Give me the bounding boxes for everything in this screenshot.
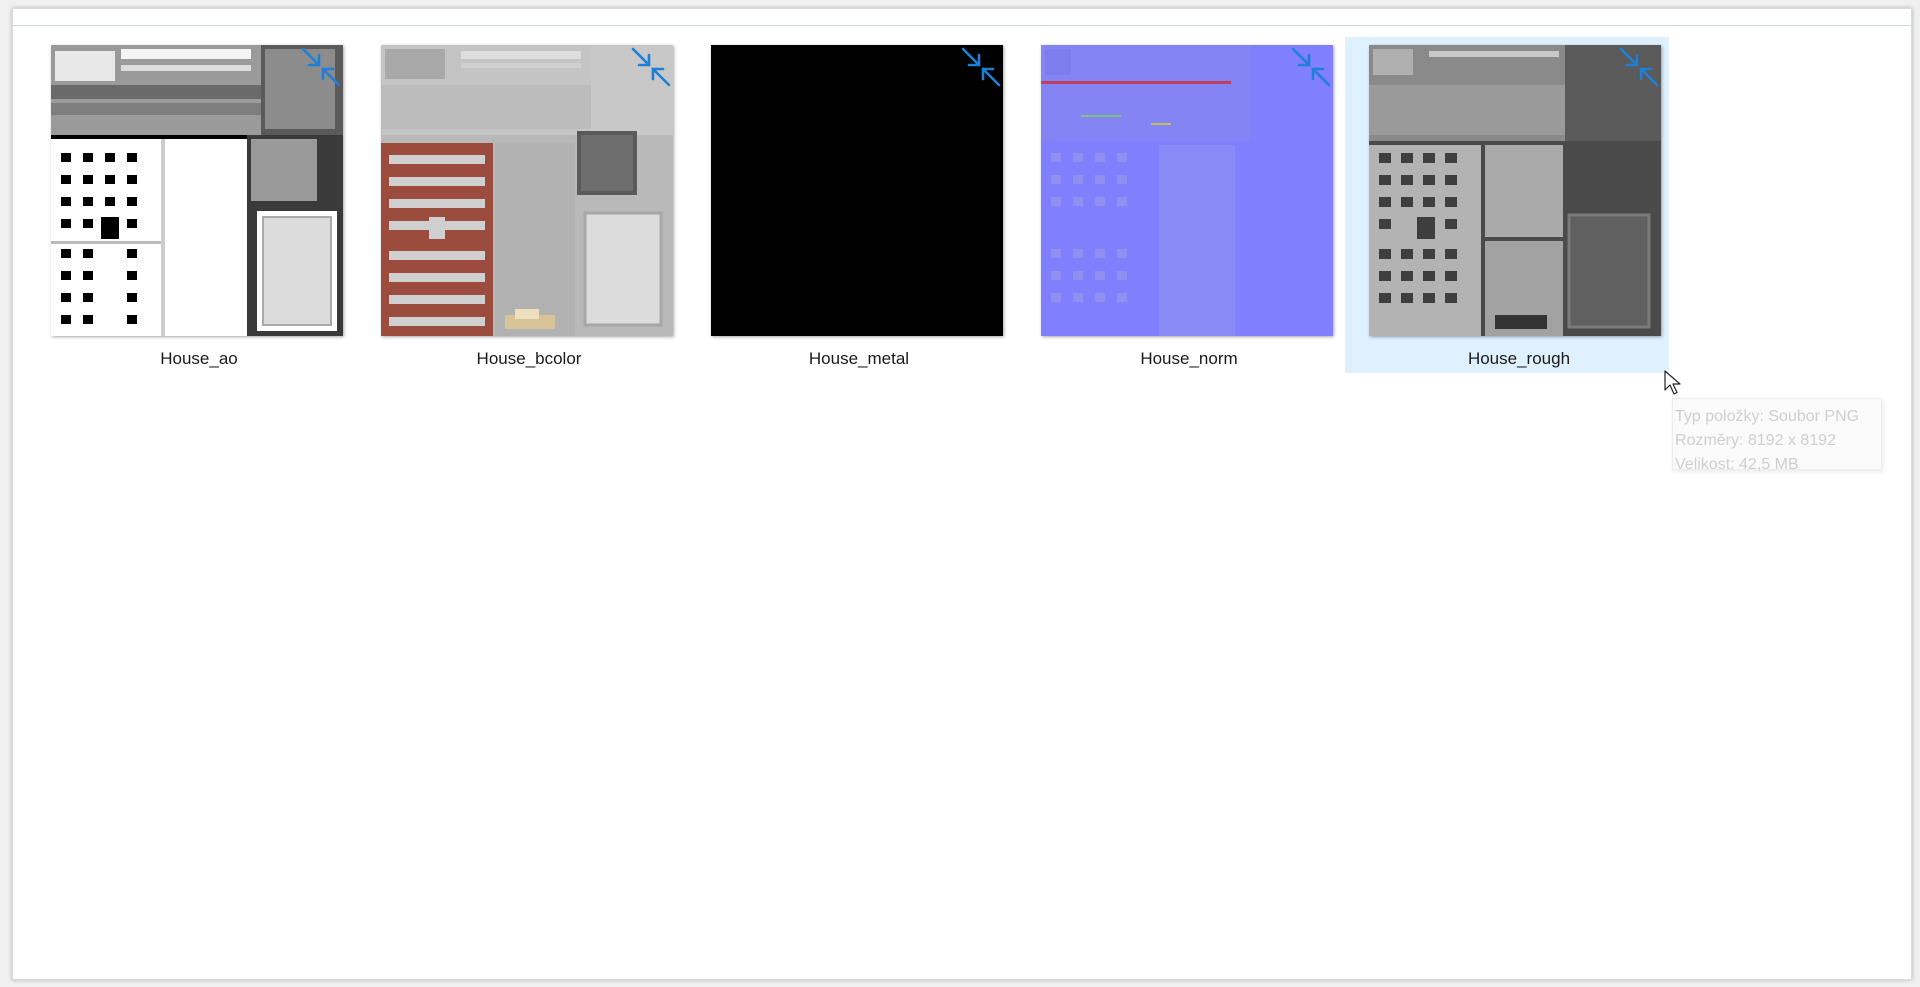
file-item-house-bcolor[interactable]: House_bcolor [367,37,691,373]
file-info-tooltip: Typ položky: Soubor PNG Rozměry: 8192 x … [1672,398,1882,473]
file-item-house-norm[interactable]: House_norm [1027,37,1351,373]
compress-arrows-icon [301,47,341,87]
thumbnail-house-ao [51,45,343,336]
file-item-house-ao[interactable]: House_ao [37,37,361,373]
file-name-label: House_metal [808,349,910,368]
tooltip-size-line: Velikost: 42,5 MB [1675,456,1799,473]
thumbnail-house-bcolor [381,45,673,336]
compress-arrows-icon [1619,47,1659,87]
file-name-label: House_norm [1140,349,1238,368]
file-item-house-rough-content[interactable]: House_rough [1357,37,1681,373]
file-item-house-metal[interactable]: House_metal [697,37,1021,373]
thumbnail-house-metal [711,45,1003,336]
compress-arrows-icon [631,47,671,87]
mouse-cursor-icon [1664,370,1681,395]
thumbnail-house-norm [1041,45,1333,336]
tooltip-dimensions-line: Rozměry: 8192 x 8192 [1675,432,1836,449]
file-name-label: House_ao [160,349,238,368]
thumbnail-house-rough [1369,45,1661,336]
file-name-label: House_rough [1467,349,1571,368]
file-name-label: House_bcolor [476,349,582,368]
compress-arrows-icon [961,47,1001,87]
file-explorer-view: House_ao House_bcolor House_metal House_… [12,8,1912,980]
tooltip-type-line: Typ položky: Soubor PNG [1675,408,1860,425]
header-divider [13,25,1911,26]
compress-arrows-icon [1291,47,1331,87]
